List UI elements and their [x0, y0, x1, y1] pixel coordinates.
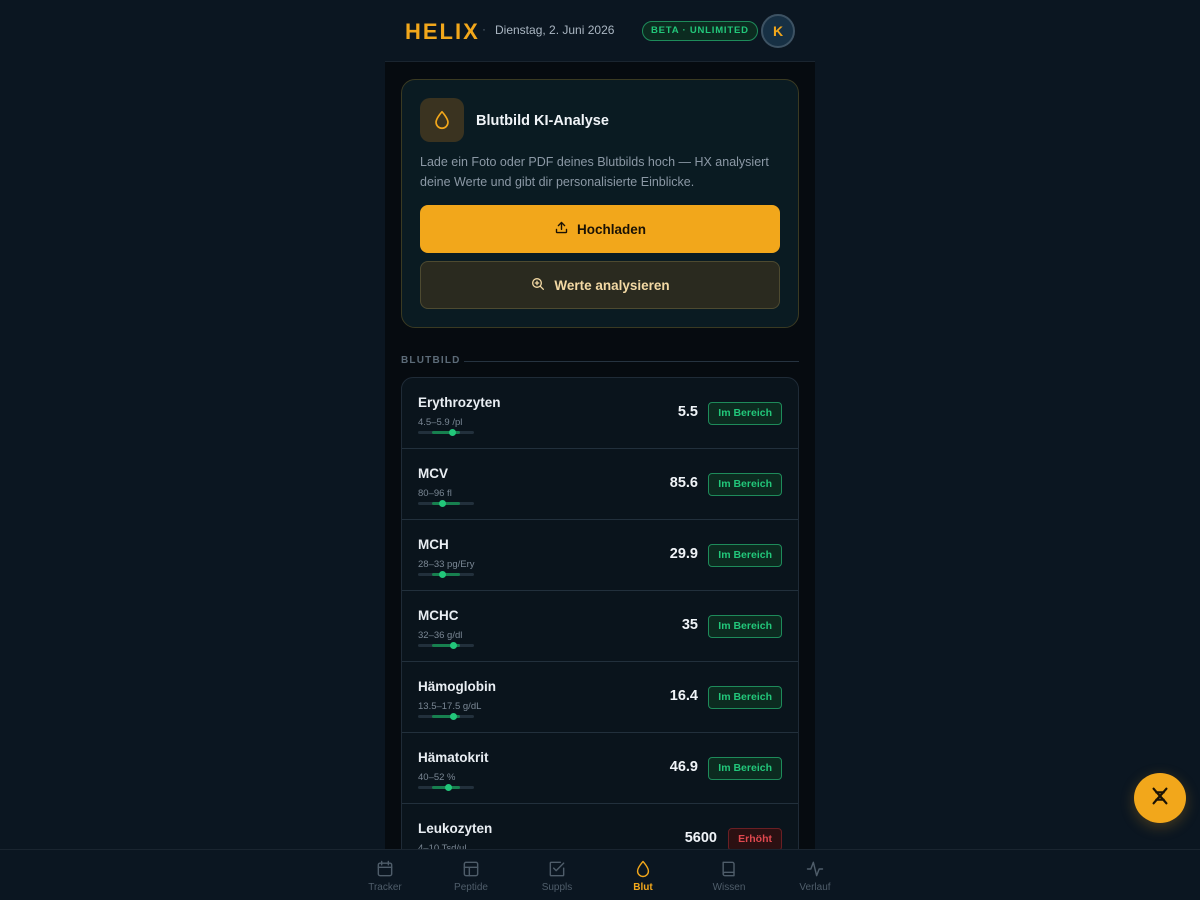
blood-value-row[interactable]: Erythrozyten 4.5–5.9 /pl 5.5 Im Bereich: [402, 378, 798, 449]
upload-button[interactable]: Hochladen: [420, 205, 780, 253]
range-bar-marker: [439, 500, 446, 507]
nav-label: Peptide: [454, 882, 488, 893]
range-bar: [418, 500, 474, 507]
search-icon: [530, 276, 546, 295]
nav-item-blut[interactable]: Blut: [608, 859, 678, 893]
header-separator: ·: [482, 22, 486, 36]
ki-card-description: Lade ein Foto oder PDF deines Blutbilds …: [420, 155, 769, 189]
nav-item-wissen[interactable]: Wissen: [694, 859, 764, 893]
calendar-icon: [350, 859, 420, 879]
status-badge: Im Bereich: [708, 615, 782, 638]
app-header: HELIX · Dienstag, 2. Juni 2026 BETA · UN…: [385, 0, 815, 62]
current-date: Dienstag, 2. Juni 2026: [495, 23, 615, 37]
range-bar-normal-zone: [432, 573, 460, 576]
section-header: BLUTBILD: [401, 355, 799, 369]
nav-item-suppls[interactable]: Suppls: [522, 859, 592, 893]
status-badge: Im Bereich: [708, 686, 782, 709]
reference-range: 4.5–5.9 /pl: [418, 417, 463, 428]
status-badge: Im Bereich: [708, 402, 782, 425]
blood-value-row[interactable]: MCV 80–96 fl 85.6 Im Bereich: [402, 449, 798, 520]
marker-value: 16.4: [669, 688, 698, 704]
app-shell: HELIX · Dienstag, 2. Juni 2026 BETA · UN…: [385, 0, 815, 900]
grid-icon: [436, 859, 506, 879]
analyze-button[interactable]: Werte analysieren: [420, 261, 780, 309]
marker-name: Erythrozyten: [418, 395, 501, 410]
upload-button-label: Hochladen: [576, 221, 646, 237]
nav-label: Blut: [633, 882, 653, 893]
reference-range: 80–96 fl: [418, 488, 452, 499]
range-bar-marker: [445, 784, 452, 791]
drop-icon: [420, 98, 464, 142]
marker-value: 29.9: [669, 546, 698, 562]
blood-value-row[interactable]: Leukozyten 4–10 Tsd/µl 5600 Erhöht: [402, 804, 798, 849]
section-divider: [464, 361, 799, 362]
main-content[interactable]: Blutbild KI-Analyse Lade ein Foto oder P…: [385, 63, 815, 849]
blood-value-row[interactable]: MCHC 32–36 g/dl 35 Im Bereich: [402, 591, 798, 662]
upload-icon: [554, 220, 569, 238]
analyze-button-label: Werte analysieren: [554, 277, 670, 293]
nav-label: Suppls: [541, 882, 573, 893]
range-bar: [418, 642, 474, 649]
blood-values-list: Erythrozyten 4.5–5.9 /pl 5.5 Im Bereich MCV 8…: [401, 377, 799, 849]
blood-value-row[interactable]: Hämatokrit 40–52 % 46.9 Im Bereich: [402, 733, 798, 804]
status-badge: Erhöht: [728, 828, 782, 849]
marker-name: Hämatokrit: [418, 750, 489, 765]
status-badge: Im Bereich: [708, 544, 782, 567]
marker-name: MCH: [418, 537, 449, 552]
checkbox-icon: [522, 859, 592, 879]
blood-value-row[interactable]: Hämoglobin 13.5–17.5 g/dL 16.4 Im Bereich: [402, 662, 798, 733]
range-bar: [418, 784, 474, 791]
reference-range: 28–33 pg/Ery: [418, 559, 475, 570]
avatar[interactable]: K: [761, 14, 795, 48]
status-badge: Im Bereich: [708, 757, 782, 780]
marker-name: MCHC: [418, 608, 459, 623]
range-bar: [418, 571, 474, 578]
range-bar-marker: [439, 571, 446, 578]
reference-range: 32–36 g/dl: [418, 630, 463, 641]
range-bar-marker: [449, 429, 456, 436]
marker-name: MCV: [418, 466, 448, 481]
marker-value: 35: [681, 617, 698, 633]
reference-range: 40–52 %: [418, 772, 456, 783]
ki-analysis-card: Blutbild KI-Analyse Lade ein Foto oder P…: [401, 79, 799, 328]
plan-badge: BETA · UNLIMITED: [642, 21, 758, 41]
helix-assistant-button[interactable]: [1134, 773, 1186, 823]
helix-close-icon: [1149, 785, 1171, 812]
range-bar-normal-zone: [432, 502, 460, 505]
marker-value: 5600: [684, 830, 717, 846]
bottom-navigation: Tracker Peptide Suppls Blut Wissen Verlauf: [0, 849, 1200, 900]
marker-value: 85.6: [669, 475, 698, 491]
nav-item-tracker[interactable]: Tracker: [350, 859, 420, 893]
ki-card-title: Blutbild KI-Analyse: [476, 113, 609, 129]
marker-name: Leukozyten: [418, 821, 493, 836]
nav-label: Tracker: [368, 882, 402, 893]
nav-item-verlauf[interactable]: Verlauf: [780, 859, 850, 893]
reference-range: 13.5–17.5 g/dL: [418, 701, 482, 712]
helix-logo[interactable]: HELIX: [405, 19, 480, 45]
nav-item-peptide[interactable]: Peptide: [436, 859, 506, 893]
blood-value-row[interactable]: MCH 28–33 pg/Ery 29.9 Im Bereich: [402, 520, 798, 591]
drop-icon: [608, 859, 678, 879]
status-badge: Im Bereich: [708, 473, 782, 496]
marker-value: 46.9: [669, 759, 698, 775]
marker-name: Hämoglobin: [418, 679, 496, 694]
nav-label: Wissen: [712, 882, 746, 893]
marker-value: 5.5: [677, 404, 698, 420]
activity-icon: [780, 859, 850, 879]
range-bar: [418, 429, 474, 436]
range-bar-marker: [450, 642, 457, 649]
range-bar-marker: [450, 713, 457, 720]
nav-label: Verlauf: [799, 882, 831, 893]
section-title: BLUTBILD: [401, 355, 461, 366]
book-icon: [694, 859, 764, 879]
range-bar: [418, 713, 474, 720]
